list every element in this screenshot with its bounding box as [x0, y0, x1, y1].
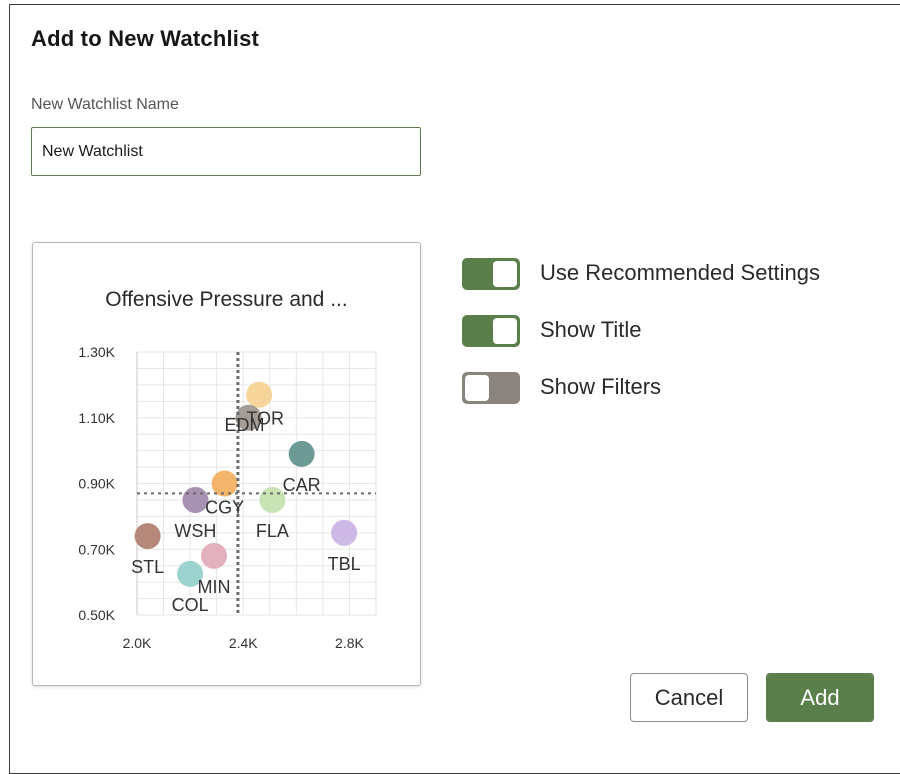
x-tick-label: 2.4K: [229, 635, 258, 651]
point-label-car: CAR: [283, 475, 321, 495]
point-label-stl: STL: [131, 557, 164, 577]
toggle-knob: [493, 261, 517, 287]
point-label-min: MIN: [198, 577, 231, 597]
scatter-point-tbl: [331, 519, 358, 546]
watchlist-name-input[interactable]: [31, 127, 421, 176]
x-tick-label: 2.8K: [335, 635, 364, 651]
y-tick-label: 0.70K: [78, 541, 115, 557]
point-label-cgy: CGY: [205, 498, 244, 518]
use-recommended-toggle[interactable]: [462, 258, 520, 290]
toggle-knob: [465, 375, 489, 401]
point-label-edm: EDM: [225, 415, 265, 435]
cancel-button[interactable]: Cancel: [630, 673, 748, 722]
scatter-point-stl: [134, 523, 161, 550]
scatter-point-min: [201, 542, 228, 569]
chart-preview-card: Offensive Pressure and ... 1.30K 1.10K 0.9…: [32, 242, 421, 686]
scatter-point-fla: [259, 486, 286, 513]
y-tick-label: 1.10K: [78, 410, 115, 426]
y-tick-label: 1.30K: [78, 344, 115, 360]
scatter-point-tor: [246, 381, 273, 408]
point-label-col: COL: [172, 595, 209, 615]
point-label-fla: FLA: [256, 521, 289, 541]
point-label-tbl: TBL: [328, 554, 361, 574]
point-label-wsh: WSH: [174, 521, 216, 541]
y-tick-label: 0.50K: [78, 607, 115, 623]
show-title-toggle[interactable]: [462, 315, 520, 347]
add-button[interactable]: Add: [766, 673, 874, 722]
y-tick-label: 0.90K: [78, 476, 115, 492]
show-filters-label: Show Filters: [540, 374, 662, 399]
show-filters-toggle[interactable]: [462, 372, 520, 404]
scatter-point-car: [288, 440, 315, 467]
watchlist-name-label: New Watchlist Name: [31, 96, 179, 113]
x-tick-label: 2.0K: [123, 635, 152, 651]
use-recommended-label: Use Recommended Settings: [540, 260, 821, 285]
show-title-label: Show Title: [540, 317, 642, 342]
dialog-title: Add to New Watchlist: [31, 26, 260, 51]
toggle-knob: [493, 318, 517, 344]
scatter-chart: 1.30K1.10K0.90K0.70K0.50K2.0K 2.4K 2.8KTOR…: [78, 344, 377, 651]
